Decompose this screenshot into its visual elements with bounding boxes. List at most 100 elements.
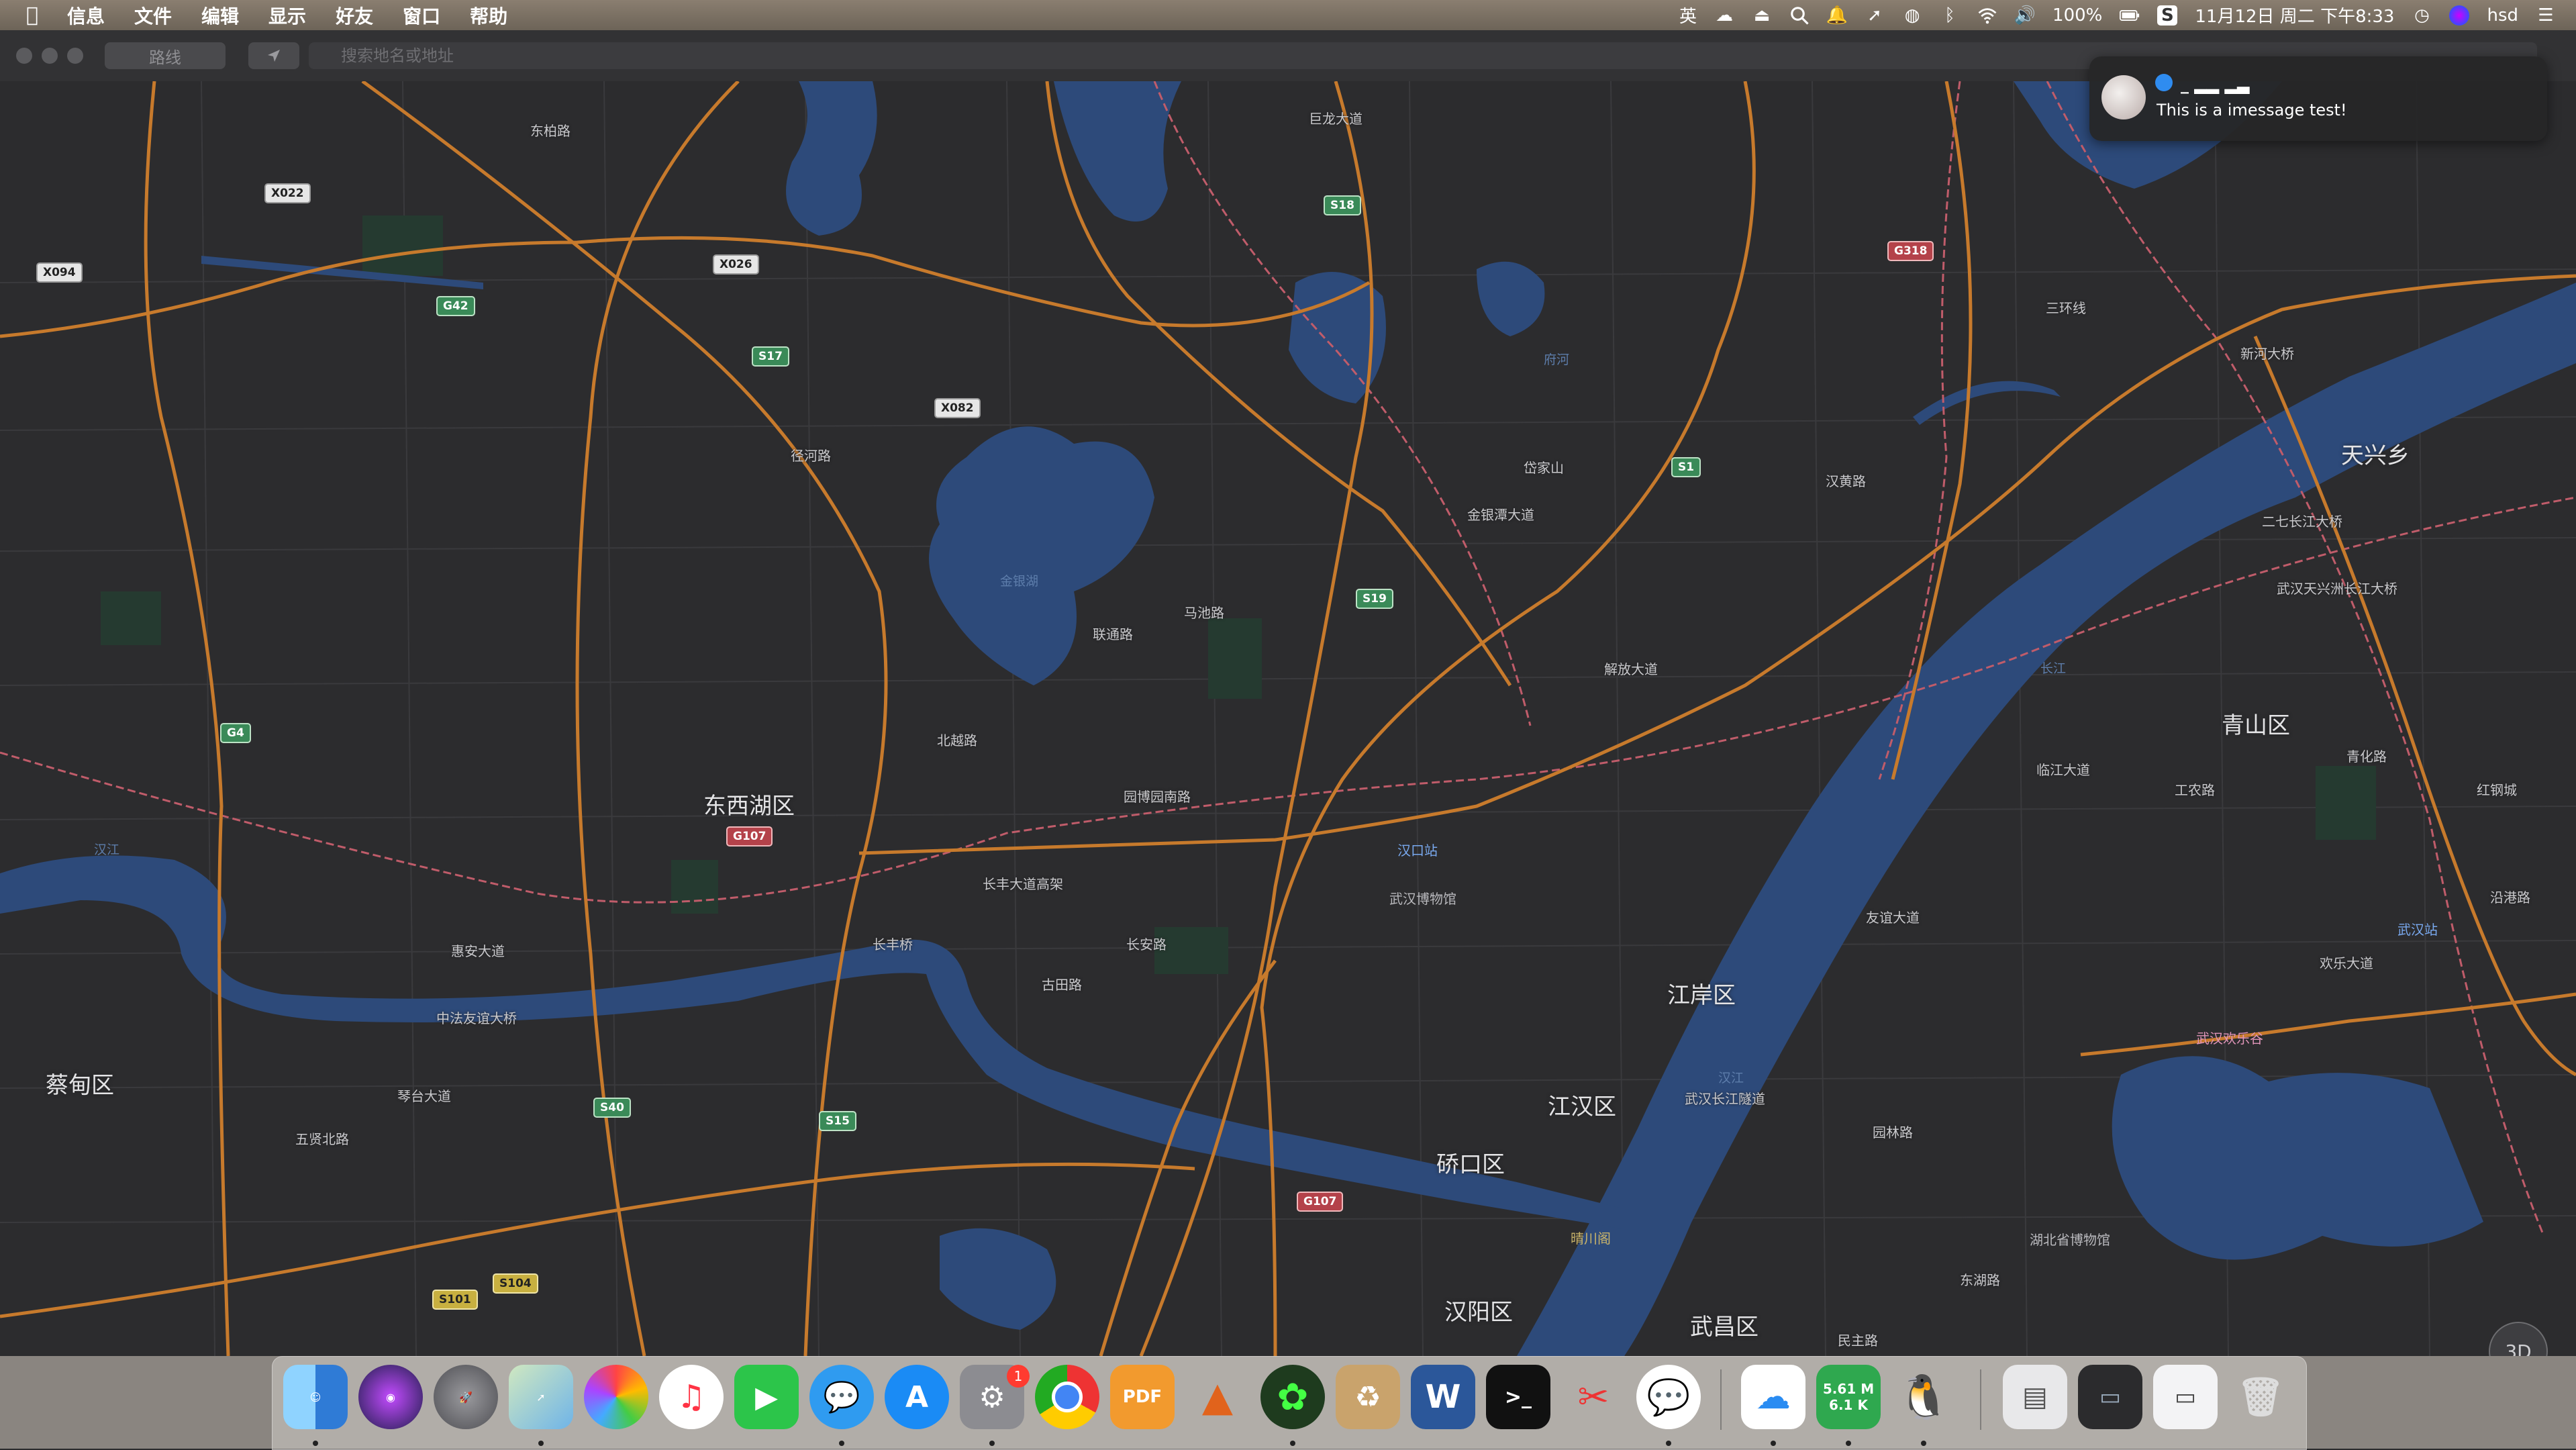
district-hanyang[interactable]: 汉阳区: [1444, 1294, 1513, 1326]
clock[interactable]: 11月12日 周二 下午8:33: [2195, 3, 2394, 28]
pdf-app-icon[interactable]: PDF: [1110, 1365, 1175, 1429]
road-label: 临江大道: [2036, 762, 2090, 778]
terminal-icon[interactable]: >_: [1486, 1365, 1550, 1429]
district-dongxihu[interactable]: 东西湖区: [703, 787, 795, 820]
menu-item-help[interactable]: 帮助: [455, 2, 522, 29]
road-label: 欢乐大道: [2320, 955, 2373, 971]
water-label-han-river-lower: 汉江: [1718, 1071, 1744, 1085]
map-canvas: [0, 81, 2576, 1356]
photos-icon[interactable]: [584, 1365, 648, 1429]
wifi-icon[interactable]: [1977, 5, 1997, 26]
poi-happy-valley[interactable]: 武汉欢乐谷: [2196, 1028, 2263, 1047]
running-indicator: [839, 1441, 844, 1446]
battery-icon[interactable]: [2120, 5, 2140, 26]
wechat-status-icon[interactable]: ◍: [1902, 5, 1922, 26]
directions-button[interactable]: 路线: [105, 42, 226, 69]
notification-bell-icon[interactable]: 🔔: [1826, 5, 1848, 26]
word-icon[interactable]: W: [1411, 1365, 1475, 1429]
screenshot-thumbnail-icon[interactable]: ▭: [2078, 1365, 2142, 1429]
notification-message: This is a imessage test!: [2157, 101, 2347, 119]
current-location-button[interactable]: [248, 42, 299, 69]
app-store-icon[interactable]: A: [885, 1365, 949, 1429]
download-speed: 6.1 K: [1829, 1397, 1868, 1413]
messages-icon[interactable]: 💬: [809, 1365, 874, 1429]
highway-shield: G318: [1887, 241, 1934, 261]
highway-shield: S1: [1671, 457, 1701, 477]
menu-item-view[interactable]: 显示: [254, 2, 321, 29]
road-label: 径河路: [791, 448, 831, 464]
input-method-indicator[interactable]: 英: [1679, 3, 1697, 28]
eject-icon[interactable]: ⏏: [1752, 5, 1772, 26]
time-machine-icon[interactable]: ◷: [2412, 5, 2432, 26]
maps-icon[interactable]: ➚: [509, 1365, 573, 1429]
launchpad-icon[interactable]: 🚀: [434, 1365, 498, 1429]
district-caidian[interactable]: 蔡甸区: [46, 1067, 114, 1100]
window-minimize-button[interactable]: [42, 48, 58, 64]
district-tianxing[interactable]: 天兴乡: [2341, 437, 2410, 470]
volume-icon[interactable]: 🔊: [2014, 5, 2036, 26]
minimized-window-icon[interactable]: ▭: [2153, 1365, 2218, 1429]
chrome-icon[interactable]: [1035, 1365, 1099, 1429]
menu-item-edit[interactable]: 编辑: [187, 2, 254, 29]
road-label: 联通路: [1093, 626, 1133, 642]
highway-shield: S40: [593, 1098, 631, 1118]
road-label: 金银潭大道: [1467, 507, 1534, 523]
itunes-icon[interactable]: ♫: [659, 1365, 724, 1429]
bluetooth-icon[interactable]: ᛒ: [1940, 5, 1960, 26]
finder-icon[interactable]: ☺: [283, 1365, 348, 1429]
highway-shield: S18: [1324, 195, 1361, 215]
poi-wuhan-station[interactable]: 武汉站: [2397, 919, 2438, 938]
app-s-icon[interactable]: S: [2157, 5, 2178, 26]
map-view[interactable]: 金银湖 汉江 长江 府河 汉江 东西湖区 蔡甸区 江岸区 江汉区 硚口区 汉阳区…: [0, 81, 2576, 1356]
search-icon[interactable]: [1789, 5, 1810, 26]
window-zoom-button[interactable]: [67, 48, 83, 64]
poi-qingchuan-pavilion[interactable]: 晴川阁: [1571, 1228, 1611, 1247]
window-close-button[interactable]: [16, 48, 32, 64]
road-label: 红钢城: [2477, 782, 2517, 798]
menu-item-file[interactable]: 文件: [119, 2, 187, 29]
menu-item-window[interactable]: 窗口: [388, 2, 455, 29]
district-wuchang[interactable]: 武昌区: [1690, 1308, 1758, 1341]
menu-item-buddies[interactable]: 好友: [321, 2, 388, 29]
highway-shield: S17: [752, 346, 789, 367]
pliers-icon[interactable]: ✂: [1561, 1365, 1626, 1429]
road-label: 琴台大道: [397, 1088, 451, 1104]
district-jianghan[interactable]: 江汉区: [1548, 1088, 1616, 1121]
road-label: 青化路: [2346, 748, 2387, 765]
road-label: 园博园南路: [1124, 789, 1191, 805]
archive-utility-icon[interactable]: ♻: [1336, 1365, 1400, 1429]
documents-folder-icon[interactable]: ▤: [2003, 1365, 2067, 1429]
district-qiaokou[interactable]: 硚口区: [1436, 1146, 1505, 1179]
dock-separator: [1720, 1369, 1722, 1430]
running-indicator: [538, 1441, 544, 1446]
apple-icon[interactable]: : [12, 3, 52, 27]
cloud-icon[interactable]: ☁: [1714, 5, 1734, 26]
qq-icon[interactable]: 🐧: [1891, 1365, 1956, 1429]
directions-label: 路线: [149, 48, 181, 67]
district-jiangan[interactable]: 江岸区: [1667, 977, 1736, 1010]
clover-icon[interactable]: ✿: [1260, 1365, 1325, 1429]
network-monitor-icon[interactable]: 5.61 M 6.1 K: [1816, 1365, 1881, 1429]
wechat-icon[interactable]: 💬: [1636, 1365, 1701, 1429]
dock-separator: [1980, 1369, 1981, 1430]
poi-wuhan-museum[interactable]: 武汉博物馆: [1389, 888, 1456, 908]
siri-icon[interactable]: ◉: [358, 1365, 423, 1429]
imessage-notification[interactable]: _ ▂▂ ▂▃ This is a imessage test!: [2089, 56, 2547, 141]
district-qingshan[interactable]: 青山区: [2222, 707, 2290, 740]
highway-shield: G107: [726, 826, 773, 847]
county-road-shield: X094: [36, 262, 83, 283]
sender-avatar: [2101, 75, 2146, 119]
road-label: 二七长江大桥: [2262, 514, 2342, 530]
matlab-icon[interactable]: ▲: [1185, 1365, 1250, 1429]
trash-icon[interactable]: 🗑: [2228, 1365, 2293, 1429]
user-name[interactable]: hsd: [2487, 5, 2518, 26]
facetime-icon[interactable]: ▶: [734, 1365, 799, 1429]
menu-item-messages[interactable]: 信息: [52, 2, 119, 29]
notification-center-icon[interactable]: ☰: [2536, 5, 2556, 26]
siri-icon[interactable]: [2449, 5, 2470, 26]
baidu-netdisk-icon[interactable]: ☁: [1741, 1365, 1805, 1429]
poi-hubei-museum[interactable]: 湖北省博物馆: [2030, 1229, 2110, 1249]
send-icon[interactable]: ➚: [1865, 5, 1885, 26]
poi-hankou-station[interactable]: 汉口站: [1397, 840, 1438, 859]
road-label: 汉黄路: [1826, 473, 1866, 489]
